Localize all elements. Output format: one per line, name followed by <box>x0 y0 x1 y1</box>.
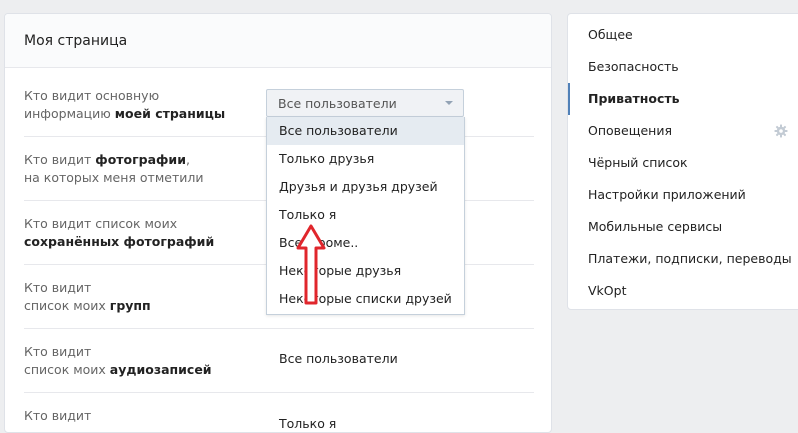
main-info-privacy-select[interactable]: Все пользователи <box>266 89 464 117</box>
select-current-value: Все пользователи <box>278 96 397 111</box>
partial-privacy-value[interactable]: Только я <box>279 416 336 431</box>
sidebar-item-app-settings[interactable]: Настройки приложений <box>568 179 798 211</box>
sidebar-item-vkopt[interactable]: VkOpt <box>568 275 798 307</box>
gear-icon[interactable] <box>774 124 788 138</box>
dropdown-option-friends-of-friends[interactable]: Друзья и друзья друзей <box>267 173 464 201</box>
sidebar-item-general[interactable]: Общее <box>568 19 798 51</box>
sidebar-item-privacy[interactable]: Приватность <box>568 83 798 115</box>
sidebar-item-notifications[interactable]: Оповещения <box>568 115 798 147</box>
sidebar-item-blacklist[interactable]: Чёрный список <box>568 147 798 179</box>
chevron-down-icon <box>445 101 453 105</box>
annotation-arrow-icon <box>296 224 326 305</box>
audio-privacy-value[interactable]: Все пользователи <box>279 351 398 366</box>
dropdown-option-friends-only[interactable]: Только друзья <box>267 145 464 173</box>
sidebar-item-mobile-services[interactable]: Мобильные сервисы <box>568 211 798 243</box>
privacy-settings-card: Моя страница Кто видит основную информац… <box>4 13 552 433</box>
dropdown-option-all-users[interactable]: Все пользователи <box>267 117 464 145</box>
row-divider <box>24 328 534 329</box>
page-title: Моя страница <box>5 14 551 68</box>
settings-sidebar: Общее Безопасность Приватность Оповещени… <box>567 13 798 310</box>
sidebar-item-label: Оповещения <box>588 123 672 138</box>
sidebar-item-security[interactable]: Безопасность <box>568 51 798 83</box>
sidebar-item-payments[interactable]: Платежи, подписки, переводы <box>568 243 798 275</box>
row-divider <box>24 392 534 393</box>
